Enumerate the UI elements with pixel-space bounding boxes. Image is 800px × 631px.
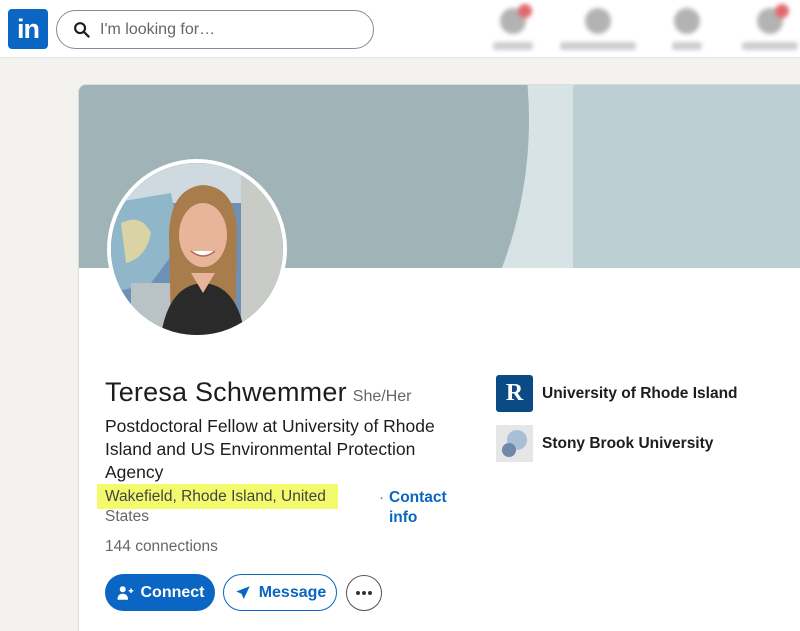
profile-card: Teresa Schwemmer She/Her Postdoctoral Fe… [78,84,800,631]
profile-photo[interactable] [107,159,287,339]
logo-text: in [17,13,40,44]
top-nav: in [0,0,800,58]
network-icon [500,4,532,34]
nav-item-notifications-blurred[interactable] [740,4,800,54]
education-item[interactable]: R University of Rhode Island [496,375,738,412]
search-icon [74,22,90,38]
add-person-icon [117,585,133,600]
contact-info-link[interactable]: Contact info [389,488,469,528]
location-highlighted: Wakefield, Rhode Island, United [97,484,338,509]
profile-headline: Postdoctoral Fellow at University of Rho… [105,416,435,482]
education-name: Stony Brook University [542,434,714,452]
linkedin-logo[interactable]: in [8,9,48,49]
connections-count[interactable]: 144 connections [105,538,218,556]
profile-actions: Connect Message [105,574,382,611]
connections-label: connections [135,538,218,555]
profile-name: Teresa Schwemmer [105,377,347,407]
search-input[interactable] [100,20,340,39]
nav-item-network-blurred[interactable] [488,4,538,54]
send-icon [235,585,250,599]
notifications-icon [757,4,789,34]
nav-item-jobs-blurred[interactable] [558,4,638,54]
uri-logo-letter: R [505,380,524,406]
stony-brook-logo-shape [502,430,527,457]
stony-brook-logo [496,425,533,462]
nav-item-messaging-blurred[interactable] [665,4,709,54]
profile-photo-image [111,163,283,335]
more-dots-icon [356,590,372,595]
contact-info-label-2: info [389,509,418,526]
pronouns: She/Her [352,388,412,405]
connections-number: 144 [105,538,131,555]
education-name: University of Rhode Island [542,384,738,402]
uri-logo: R [496,375,533,412]
education-item[interactable]: Stony Brook University [496,425,713,462]
jobs-icon [585,8,611,34]
more-actions-button[interactable] [346,574,382,611]
message-label: Message [258,583,327,601]
location: Wakefield, Rhode Island, United States [97,484,375,527]
connect-button[interactable]: Connect [105,574,215,611]
name-row: Teresa Schwemmer She/Her [105,377,411,408]
connect-label: Connect [140,583,205,601]
message-button[interactable]: Message [223,574,337,611]
location-continued: States [105,508,149,525]
search-bar[interactable] [56,10,374,49]
separator-dot: · [379,489,384,506]
messaging-icon [674,8,700,34]
contact-info-label-1: Contact [389,489,447,506]
